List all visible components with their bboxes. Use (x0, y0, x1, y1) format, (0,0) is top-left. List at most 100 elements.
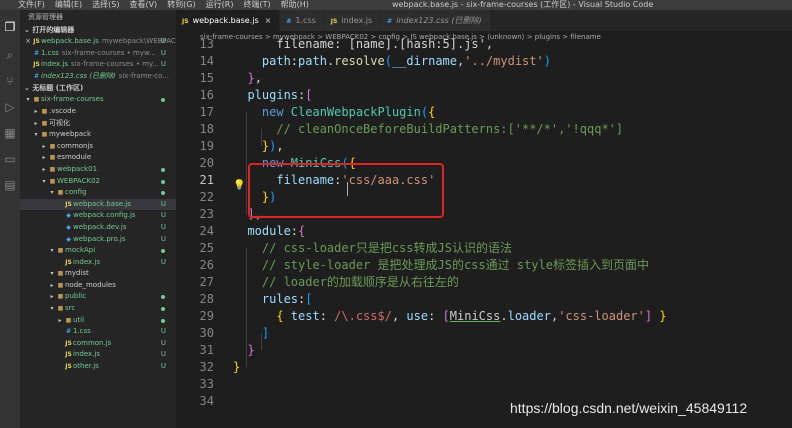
watermark-text: https://blog.csdn.net/weixin_45849112 (510, 400, 748, 416)
close-icon[interactable]: × (265, 16, 272, 25)
tree-file[interactable]: JSindex.js U (20, 257, 176, 269)
tree-folder[interactable]: ▸ ■ commonjs (20, 141, 176, 153)
chevron-down-icon: ▾ (50, 247, 54, 255)
tree-file[interactable]: ◆ webpack.dev.js U (20, 222, 176, 234)
open-editors-header-label: 打开的编辑器 (32, 26, 75, 34)
tree-item-label: mywebpack (49, 130, 92, 139)
chevron-right-icon: ▸ (42, 165, 46, 173)
code-token: } (233, 139, 270, 153)
code-token: ( (384, 54, 392, 68)
extensions-icon[interactable]: ▦ (3, 126, 17, 140)
menu-item[interactable]: 终端(T) (243, 0, 270, 10)
code-token: '../mydist' (464, 54, 544, 68)
chevron-right-icon: ▸ (42, 154, 46, 162)
code-line: 27 // loader的加载顺序是从右往左的 (176, 274, 792, 291)
tree-folder[interactable]: ▸ ■ webpack01 (20, 164, 176, 176)
code-token: : (319, 309, 335, 323)
chevron-down-icon: ▾ (42, 177, 46, 185)
menu-item[interactable]: 编辑(E) (55, 0, 82, 10)
git-status-badge: U (160, 222, 166, 231)
menu-item[interactable]: 选择(S) (92, 0, 119, 10)
editor-tabs: JS webpack.base.js × #1.css JS index.js # index… (176, 10, 792, 31)
code-token: plugins (233, 88, 299, 102)
close-icon[interactable]: × (24, 36, 32, 48)
menu-items: 文件(F) 编辑(E) 选择(S) 查看(V) 转到(G) 运行(R) 终端(T) 帮助(H) (18, 0, 309, 10)
tree-folder[interactable]: ▾ ■ src (20, 303, 176, 315)
code-token: , (276, 139, 284, 153)
open-editor-item[interactable]: #1.css six-frame-courses • myw... U (20, 48, 176, 60)
menu-item[interactable]: 运行(R) (206, 0, 234, 10)
line-number: 24 (199, 224, 214, 238)
tree-file[interactable]: JScommon.js U (20, 338, 176, 350)
tree-folder[interactable]: ▸ ■ .vscode (20, 106, 176, 118)
remote-explorer-icon[interactable]: ▭ (3, 152, 17, 166)
tree-folder[interactable]: ▾ ■ mockApi (20, 245, 176, 257)
editor-tab[interactable]: JS webpack.base.js × (176, 10, 281, 31)
code-token: [ (442, 309, 450, 323)
explorer-icon[interactable]: ❐ (3, 20, 17, 34)
tree-item-label: util (73, 315, 85, 324)
code-line: 30 ] (176, 325, 792, 342)
open-editors-list: × JSwebpack.base.js mywebpack\WEBPAC... U #1… (20, 36, 176, 82)
open-editor-item[interactable]: # index123.css (已删除) six-frame-co... (20, 71, 176, 83)
menu-item[interactable]: 查看(V) (129, 0, 157, 10)
line-number: 27 (199, 275, 214, 289)
javascript-file-icon: JS (65, 339, 72, 347)
code-editor[interactable]: 34 33 32} 31 } 30 ] 29 { test: /\.css$/, use:… (176, 37, 792, 428)
workspace-header[interactable]: ⌄ 无标题 (工作区) (20, 82, 176, 94)
tree-folder[interactable]: ▸ ■ public (20, 291, 176, 303)
tree-file[interactable]: JSother.js U (20, 361, 176, 373)
open-editor-item[interactable]: JSindex.js six-frame-courses • my... U (20, 59, 176, 71)
tree-folder[interactable]: ▸ ■ esmodule (20, 152, 176, 164)
tree-folder[interactable]: ▸ ■ 可视化 (20, 118, 176, 130)
code-token: : (290, 224, 299, 238)
docker-icon[interactable]: ▤ (3, 178, 17, 192)
git-status-badge: U (160, 350, 166, 359)
line-number: 18 (199, 122, 214, 136)
open-editor-name: webpack.base.js (41, 37, 99, 45)
tree-folder[interactable]: ▸ ■ util (20, 315, 176, 327)
tree-folder[interactable]: ▾ ■ six-frame-courses (20, 94, 176, 106)
tree-file[interactable]: JSindex.js U (20, 349, 176, 361)
line-number: 30 (199, 326, 214, 340)
menu-item[interactable]: 帮助(H) (281, 0, 309, 10)
code-text: }), (233, 138, 284, 155)
code-token: use (406, 309, 429, 323)
tree-file[interactable]: ◆ webpack.pro.js U (20, 234, 176, 246)
menu-item[interactable]: 文件(F) (18, 0, 45, 10)
editor-tab[interactable]: #1.css (280, 10, 325, 31)
line-number: 20 (199, 156, 214, 170)
code-token: module (233, 224, 291, 238)
webpack-config-icon: ◆ (66, 212, 71, 220)
tree-file[interactable]: ◆ webpack.config.js U (20, 210, 176, 222)
open-editor-item[interactable]: × JSwebpack.base.js mywebpack\WEBPAC... U (20, 36, 176, 48)
tree-item-label: 可视化 (49, 118, 70, 127)
code-token: path (298, 54, 327, 68)
editor-tab[interactable]: # index123.css (已删除) (381, 10, 491, 31)
webpack-config-icon: ◆ (66, 235, 71, 243)
menu-item[interactable]: 转到(G) (167, 0, 195, 10)
lightbulb-icon[interactable]: 💡 (233, 180, 245, 191)
tree-folder[interactable]: ▾ ■ config (20, 187, 176, 199)
tree-folder[interactable]: ▸ ■ node_modules (20, 280, 176, 292)
chevron-right-icon: ▸ (42, 142, 46, 150)
tree-item-label: webpack.dev.js (73, 222, 127, 231)
tree-item-label: WEBPACK02 (57, 176, 100, 185)
chevron-down-icon: ▾ (50, 270, 54, 278)
search-icon[interactable]: ⌕ (3, 48, 17, 62)
run-debug-icon[interactable]: ▷ (3, 100, 17, 114)
source-control-icon[interactable]: ⑂ (3, 74, 17, 88)
tree-file[interactable]: #1.css U (20, 326, 176, 338)
editor-tab[interactable]: JS index.js (324, 10, 382, 31)
tree-folder[interactable]: ▾ ■ WEBPACK02 (20, 176, 176, 188)
code-token: // style-loader 是把处理成JS的css通过 style标签插入到… (233, 258, 649, 272)
open-editors-header[interactable]: ⌄ 打开的编辑器 (20, 24, 176, 36)
tree-folder[interactable]: ▾ ■ mydist (20, 268, 176, 280)
tree-file[interactable]: JSwebpack.base.js U (20, 198, 176, 211)
code-token: new (233, 105, 291, 119)
git-status-badge: U (160, 234, 166, 243)
tree-folder[interactable]: ▾ ■ mywebpack (20, 129, 176, 141)
chevron-down-icon: ▾ (50, 189, 54, 197)
code-text: }, (233, 70, 261, 87)
chevron-right-icon: ▸ (34, 107, 38, 115)
